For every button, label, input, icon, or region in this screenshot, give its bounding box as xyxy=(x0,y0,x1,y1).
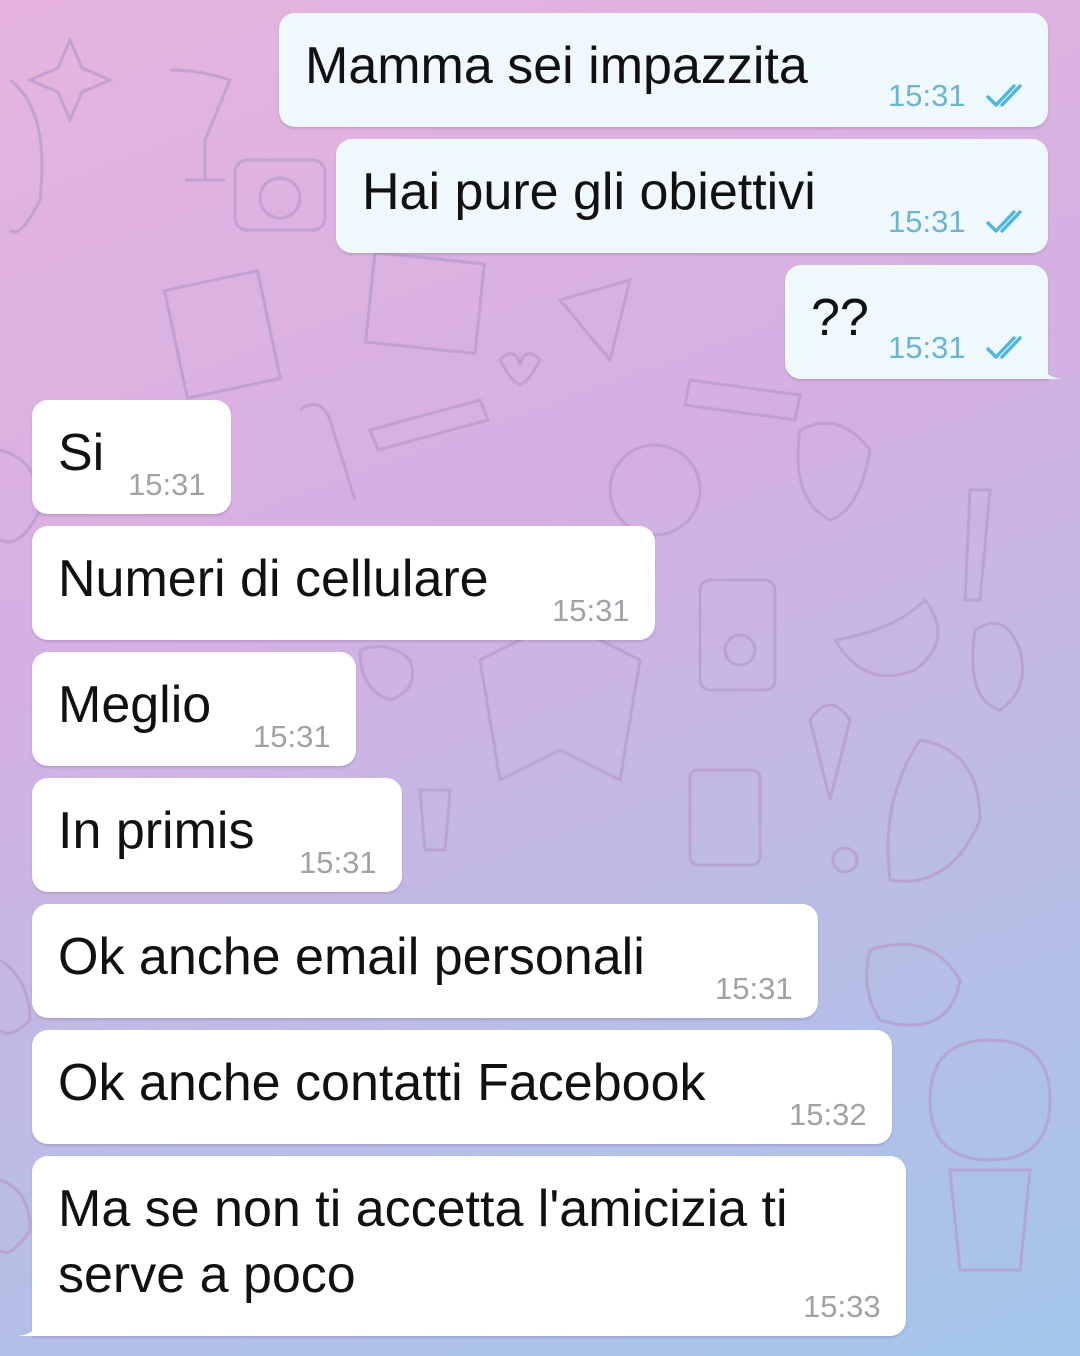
read-double-check-icon xyxy=(986,336,1022,359)
message-bubble[interactable]: Hai pure gli obiettivi 15:31 xyxy=(336,139,1048,253)
message-text: Numeri di cellulare xyxy=(58,550,489,608)
read-double-check-icon xyxy=(986,84,1022,107)
message-time: 15:31 xyxy=(888,78,966,113)
message-time: 15:33 xyxy=(803,1289,881,1324)
bubble-tail xyxy=(1040,355,1062,379)
message-bubble[interactable]: In primis 15:31 xyxy=(32,778,402,892)
message-text: Meglio xyxy=(58,676,212,734)
message-text: Mamma sei impazzita xyxy=(305,37,808,95)
message-time: 15:31 xyxy=(299,845,377,880)
message-text: Ok anche contatti Facebook xyxy=(58,1054,706,1112)
message-time: 15:31 xyxy=(888,330,966,365)
message-bubble[interactable]: Si 15:31 xyxy=(32,400,231,514)
message-text: Ma se non ti accetta l'amicizia ti serve… xyxy=(58,1180,788,1304)
message-text: Si xyxy=(58,424,105,482)
message-bubble[interactable]: Numeri di cellulare 15:31 xyxy=(32,526,655,640)
message-bubble[interactable]: Ok anche contatti Facebook 15:32 xyxy=(32,1030,892,1144)
message-bubble[interactable]: Ma se non ti accetta l'amicizia ti serve… xyxy=(18,1156,906,1336)
message-list[interactable]: Mamma sei impazzita 15:31 Hai pure gli o… xyxy=(0,0,1080,1356)
message-time: 15:31 xyxy=(253,719,331,754)
message-time: 15:32 xyxy=(789,1097,867,1132)
message-time: 15:31 xyxy=(888,204,966,239)
message-text: Ok anche email personali xyxy=(58,928,645,986)
message-bubble[interactable]: Mamma sei impazzita 15:31 xyxy=(279,13,1048,127)
message-text: Hai pure gli obiettivi xyxy=(362,163,816,221)
message-bubble[interactable]: Ok anche email personali 15:31 xyxy=(32,904,818,1018)
message-bubble[interactable]: Meglio 15:31 xyxy=(32,652,356,766)
message-text: ?? xyxy=(811,289,869,347)
message-time: 15:31 xyxy=(128,467,206,502)
read-double-check-icon xyxy=(986,210,1022,233)
message-bubble[interactable]: ?? 15:31 xyxy=(785,265,1062,379)
bubble-tail xyxy=(18,1312,40,1336)
message-text: In primis xyxy=(58,802,255,860)
message-time: 15:31 xyxy=(715,971,793,1006)
message-time: 15:31 xyxy=(552,593,630,628)
